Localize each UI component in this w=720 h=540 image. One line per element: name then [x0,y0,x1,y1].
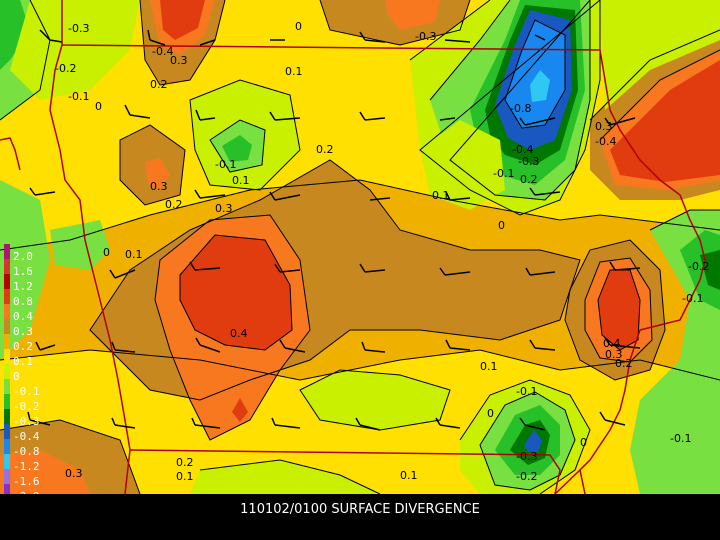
contour-label: 0.2 [165,198,183,211]
legend-swatch [4,319,10,334]
legend-label: 0.1 [13,355,33,368]
contour-label: 0.1 [432,189,450,202]
contour-label: 0.2 [150,78,168,91]
contour-label: -0.2 [516,470,537,483]
contour-label: -0.4 [595,135,616,148]
contour-label: 0.3 [595,120,613,133]
divergence-map: -0.3 0-0.3-0.40.3-0.2 0.10.2-0.10 -0.80.3-0… [0,0,720,503]
contour-label: 0.2 [520,173,538,186]
legend-swatch [4,289,10,304]
legend-label: 1.6 [13,265,33,278]
footer-bar [0,494,720,540]
legend-label: -0.3 [13,415,40,428]
legend-swatch [4,304,10,319]
contour-label: 0.1 [232,174,250,187]
contour-label: 0.1 [176,470,194,483]
legend-label: -0.4 [13,430,40,443]
contour-label: -0.2 [688,260,709,273]
contour-label: 0.1 [125,248,143,261]
legend-label: 1.2 [13,280,33,293]
legend-swatch [4,259,10,274]
map-caption: 110102/0100 SURFACE DIVERGENCE [240,502,480,517]
legend-label: 0.4 [13,310,33,323]
legend-swatch [4,394,10,409]
contour-label: 0 [103,246,110,259]
contour-label: -0.1 [215,158,236,171]
contour-label: 0.1 [400,469,418,482]
legend-swatch [4,274,10,289]
legend-swatch [4,424,10,439]
contour-label: -0.1 [682,292,703,305]
contour-label: 0 [487,407,494,420]
contour-label: -0.1 [68,90,89,103]
legend-label: -0.1 [13,385,40,398]
legend-swatch [4,349,10,364]
contour-label: 0.2 [615,357,633,370]
contour-label: -0.3 [415,30,436,43]
divergence-map-frame: -0.3 0 -0.3 -0.4 0.3 -0.2 0.1 0.2 -0.1 0 -0.8 0.3 -0… [0,0,720,540]
legend-swatch [4,364,10,379]
legend-label: -1.2 [13,460,40,473]
contour-label: -0.1 [670,432,691,445]
contour-label: 0.2 [316,143,334,156]
legend-swatch [4,334,10,349]
legend-swatch [4,454,10,469]
contour-label: 0.3 [150,180,168,193]
legend-label: 0 [13,370,20,383]
contour-label: 0 [580,436,587,449]
contour-label: 0.4 [230,327,248,340]
contour-label: -0.3 [518,155,539,168]
contour-label: -0.3 [68,22,89,35]
contour-label: 0 [498,219,505,232]
contour-label: 0.1 [285,65,303,78]
contour-label: -0.8 [510,102,531,115]
legend-swatch [4,379,10,394]
contour-label: -0.2 [55,62,76,75]
contour-label: 0.3 [215,202,233,215]
legend-label: 0.3 [13,325,33,338]
legend-swatch [4,469,10,484]
legend-label: 0.2 [13,340,33,353]
legend-swatch [4,409,10,424]
legend-label: 2.0 [13,250,33,263]
contour-label: 0 [95,100,102,113]
contour-label: 0 [295,20,302,33]
contour-label: 0.1 [480,360,498,373]
legend-swatch [4,244,10,259]
contour-label: 0.3 [170,54,188,67]
contour-label: 0.3 [65,467,83,480]
contour-label: -0.1 [493,167,514,180]
contour-label: -0.1 [516,385,537,398]
contour-label: 0.2 [176,456,194,469]
legend-label: -0.8 [13,445,40,458]
legend-label: -0.2 [13,400,40,413]
legend-label: -1.6 [13,475,40,488]
legend-label: 0.8 [13,295,33,308]
contour-label: -0.3 [516,450,537,463]
legend-swatch [4,439,10,454]
